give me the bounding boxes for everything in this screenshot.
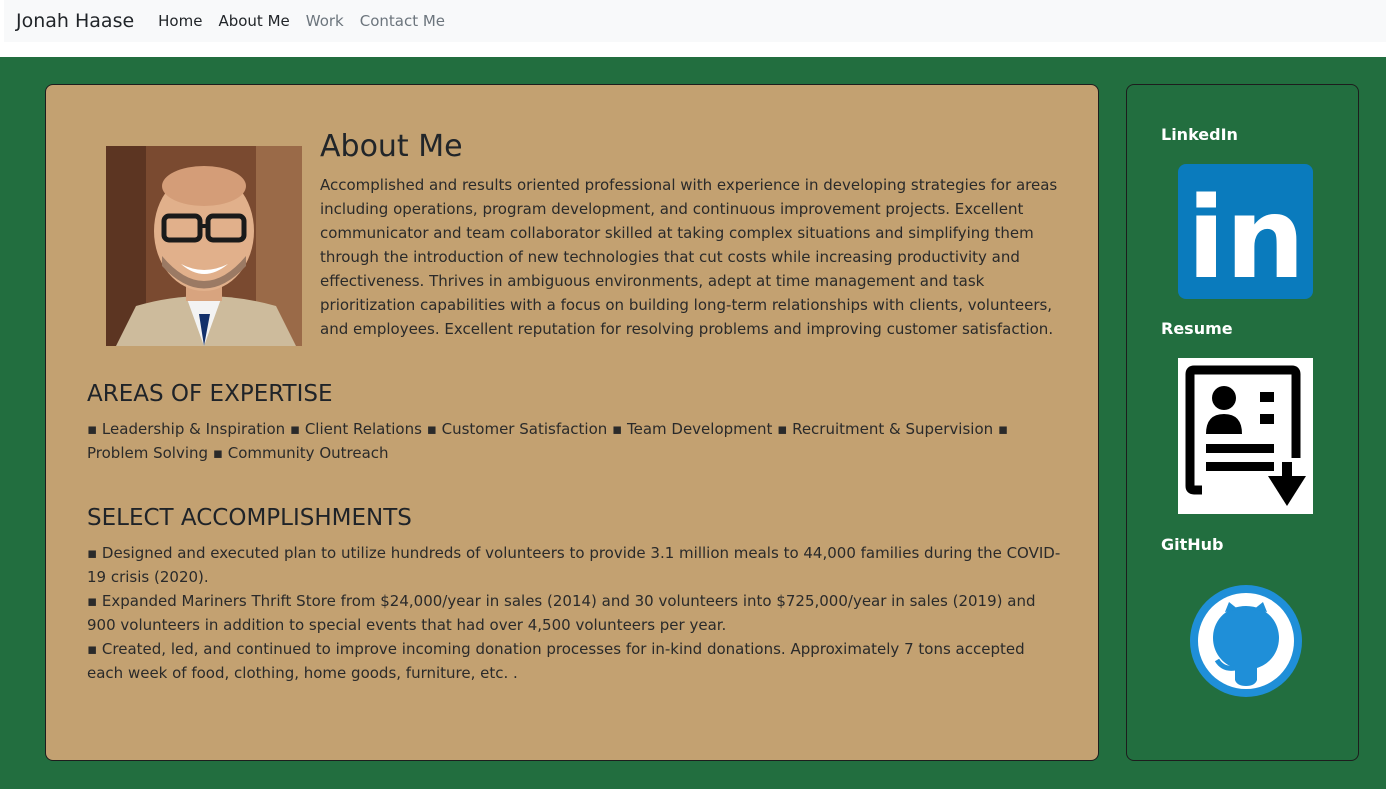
nav-about-me[interactable]: About Me: [218, 12, 289, 30]
links-sidebar: LinkedIn in Resume GitHub: [1126, 84, 1359, 761]
resume-label: Resume: [1161, 319, 1233, 338]
nav-contact-me[interactable]: Contact Me: [360, 12, 445, 30]
linkedin-label: LinkedIn: [1161, 125, 1238, 144]
accomplishments-list: ▪ Designed and executed plan to utilize …: [87, 541, 1062, 685]
expertise-text: ▪ Leadership & Inspiration ▪ Client Rela…: [87, 420, 1009, 462]
expertise-title: AREAS OF EXPERTISE: [87, 381, 333, 407]
linkedin-icon[interactable]: in: [1178, 164, 1313, 304]
profile-photo: [106, 146, 302, 346]
github-icon[interactable]: [1187, 582, 1322, 700]
accomplishment-item: ▪ Expanded Mariners Thrift Store from $2…: [87, 592, 1036, 634]
nav-home[interactable]: Home: [158, 12, 202, 30]
nav-work[interactable]: Work: [306, 12, 344, 30]
navbar: Jonah Haase Home About Me Work Contact M…: [4, 0, 1386, 42]
accomplishment-item: ▪ Designed and executed plan to utilize …: [87, 544, 1061, 586]
about-description: Accomplished and results oriented profes…: [320, 176, 1058, 338]
github-label: GitHub: [1161, 535, 1224, 554]
linkedin-logo-text: in: [1187, 174, 1305, 299]
about-title: About Me: [320, 129, 463, 164]
accomplishments-title: SELECT ACCOMPLISHMENTS: [87, 505, 412, 531]
resume-download-icon[interactable]: [1178, 358, 1313, 514]
about-card: About Me Accomplished and results orient…: [45, 84, 1099, 761]
accomplishment-item: ▪ Created, led, and continued to improve…: [87, 640, 1025, 682]
brand-name[interactable]: Jonah Haase: [16, 10, 134, 32]
